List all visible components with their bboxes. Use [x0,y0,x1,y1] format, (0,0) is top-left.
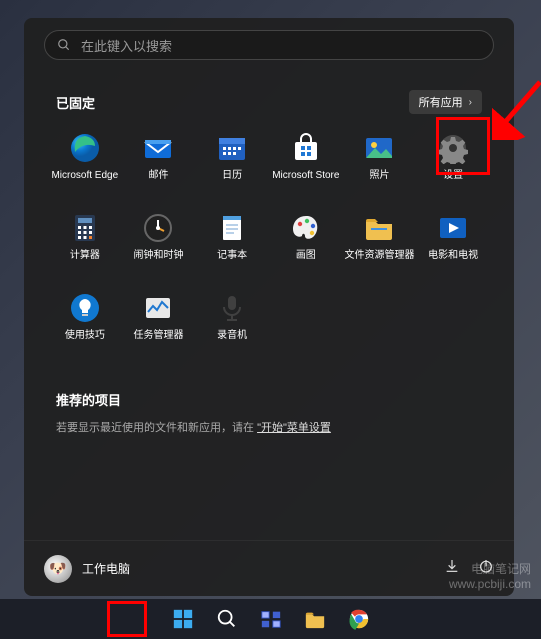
app-label: 电影和电视 [428,250,478,262]
app-settings[interactable]: 设置 [416,128,490,204]
search-input[interactable]: 在此键入以搜索 [44,30,494,60]
pinned-title: 已固定 [56,93,95,112]
mail-icon [142,132,174,164]
app-label: 画图 [296,250,316,262]
taskmgr-icon [142,292,174,324]
app-paint[interactable]: 画图 [269,208,343,284]
app-label: 任务管理器 [133,330,183,342]
app-label: 记事本 [217,250,247,262]
app-label: Microsoft Store [272,170,339,182]
app-explorer[interactable]: 文件资源管理器 [343,208,417,284]
watermark: 电脑笔记网 www.pcbiji.com [449,562,531,593]
search-icon [216,608,238,630]
app-label: 录音机 [217,330,247,342]
app-label: 日历 [222,170,242,182]
taskbar-taskview[interactable] [253,601,289,637]
app-recorder[interactable]: 录音机 [195,288,269,364]
all-apps-button[interactable]: 所有应用 › [409,90,482,114]
app-label: 使用技巧 [65,330,105,342]
app-edge[interactable]: Microsoft Edge [48,128,122,204]
folder-icon [363,212,395,244]
app-tips[interactable]: 使用技巧 [48,288,122,364]
watermark-line1: 电脑笔记网 [449,562,531,578]
app-notepad[interactable]: 记事本 [195,208,269,284]
calendar-icon [216,132,248,164]
start-settings-link[interactable]: "开始"菜单设置 [257,422,331,434]
app-photos[interactable]: 照片 [343,128,417,204]
app-calculator[interactable]: 计算器 [48,208,122,284]
pinned-grid: Microsoft Edge 邮件 日历 Microsoft Store 照片 [44,128,494,364]
settings-icon [437,132,469,164]
tips-icon [69,292,101,324]
search-icon [57,38,71,52]
edge-icon [69,132,101,164]
hint-prefix: 若要显示最近使用的文件和新应用，请在 [56,422,254,434]
app-taskmgr[interactable]: 任务管理器 [122,288,196,364]
user-button[interactable]: 🐶 工作电脑 [44,555,130,583]
taskbar-explorer[interactable] [297,601,333,637]
app-label: 照片 [369,170,389,182]
app-clock[interactable]: 闹钟和时钟 [122,208,196,284]
avatar: 🐶 [44,555,72,583]
start-button[interactable] [165,601,201,637]
all-apps-label: 所有应用 [419,94,463,110]
app-label: Microsoft Edge [51,170,118,182]
search-placeholder: 在此键入以搜索 [81,36,172,55]
recommended-title: 推荐的项目 [56,390,482,409]
notepad-icon [216,212,248,244]
app-label: 计算器 [70,250,100,262]
app-mail[interactable]: 邮件 [122,128,196,204]
app-calendar[interactable]: 日历 [195,128,269,204]
start-menu: 在此键入以搜索 已固定 所有应用 › Microsoft Edge 邮件 日历 [24,18,514,596]
taskview-icon [260,608,282,630]
app-store[interactable]: Microsoft Store [269,128,343,204]
paint-icon [290,212,322,244]
folder-icon [304,608,326,630]
app-label: 设置 [443,170,463,182]
windows-icon [172,608,194,630]
chrome-icon [348,608,370,630]
taskbar-search[interactable] [209,601,245,637]
watermark-line2: www.pcbiji.com [449,577,531,593]
app-movies[interactable]: 电影和电视 [416,208,490,284]
app-label: 邮件 [148,170,168,182]
app-label: 闹钟和时钟 [133,250,183,262]
taskbar [0,599,541,639]
store-icon [290,132,322,164]
start-footer: 🐶 工作电脑 [24,540,514,596]
calculator-icon [69,212,101,244]
recommended-section: 推荐的项目 若要显示最近使用的文件和新应用，请在 "开始"菜单设置 [44,390,494,435]
pinned-header: 已固定 所有应用 › [44,90,494,114]
chevron-right-icon: › [469,97,472,108]
movies-icon [437,212,469,244]
recommended-hint: 若要显示最近使用的文件和新应用，请在 "开始"菜单设置 [56,419,482,435]
app-label: 文件资源管理器 [344,250,414,262]
user-name: 工作电脑 [82,560,130,577]
microphone-icon [216,292,248,324]
photos-icon [363,132,395,164]
clock-icon [142,212,174,244]
taskbar-chrome[interactable] [341,601,377,637]
